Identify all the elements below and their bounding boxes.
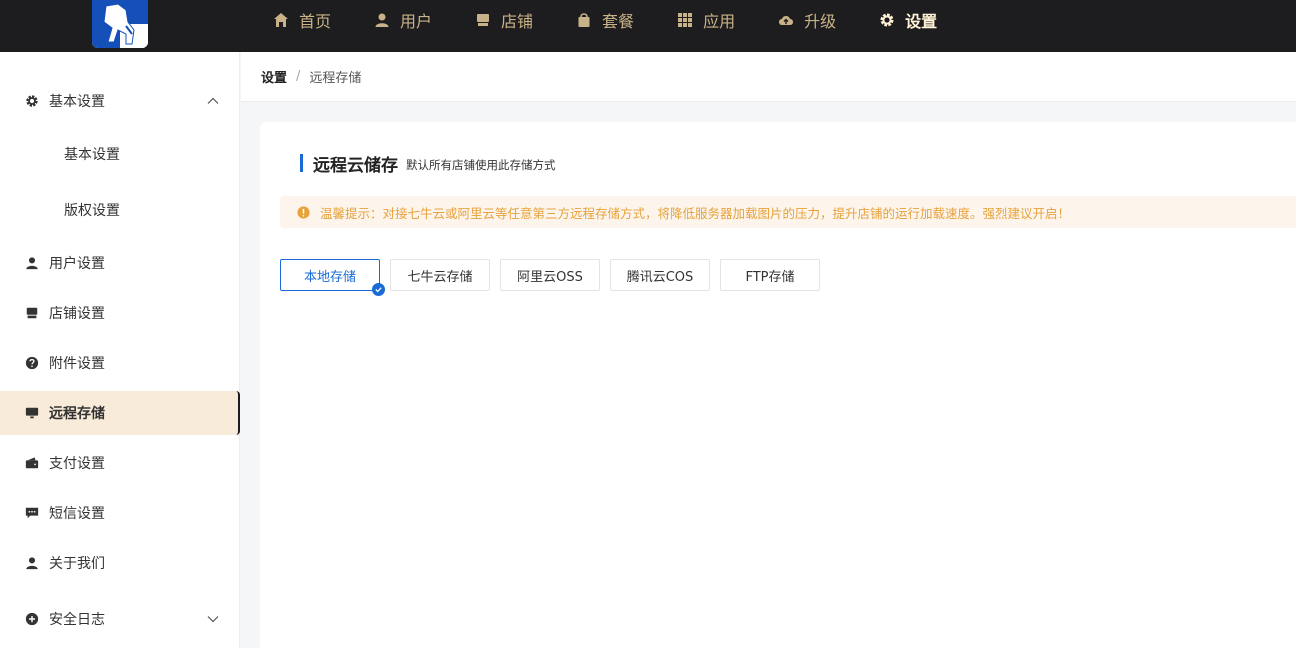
storage-option-label: FTP存储 <box>745 269 795 285</box>
nav-settings[interactable]: 设置 <box>879 8 937 32</box>
sidebar-item-label: 短信设置 <box>49 506 105 522</box>
gear-icon <box>25 94 39 108</box>
nav-packages-label: 套餐 <box>602 12 635 31</box>
section-header: 远程云储存 默认所有店铺使用此存储方式 <box>300 152 556 176</box>
page-title: 远程云储存 <box>313 155 398 176</box>
chevron-down-icon <box>206 612 220 626</box>
sidebar-item-label: 基本设置 <box>49 94 105 110</box>
sidebar-item-store-settings[interactable]: 店铺设置 <box>0 291 240 335</box>
home-icon <box>273 12 289 28</box>
title-accent-bar <box>300 154 303 172</box>
sidebar-item-label: 用户设置 <box>49 256 105 272</box>
sidebar-item-label: 安全日志 <box>49 612 105 628</box>
nav-packages[interactable]: 套餐 <box>576 8 634 32</box>
top-navbar: 首页 用户 店铺 套餐 应用 升级 设置 <box>0 0 1296 52</box>
question-circle-icon <box>25 356 39 370</box>
breadcrumb-root[interactable]: 设置 <box>261 67 287 86</box>
warning-tip: 温馨提示：对接七牛云或阿里云等任意第三方远程存储方式，将降低服务器加载图片的压力… <box>280 196 1296 228</box>
plus-circle-icon <box>25 612 39 626</box>
cloud-upload-icon <box>778 12 794 28</box>
check-icon <box>372 283 385 296</box>
breadcrumb-separator: / <box>296 69 301 84</box>
content-panel: 远程云储存 默认所有店铺使用此存储方式 温馨提示：对接七牛云或阿里云等任意第三方… <box>260 122 1296 648</box>
sidebar-item-payment-settings[interactable]: 支付设置 <box>0 441 240 485</box>
sidebar-item-label: 店铺设置 <box>49 306 105 322</box>
storage-option-label: 阿里云OSS <box>517 269 583 285</box>
store-icon <box>25 306 39 320</box>
sidebar-item-label: 支付设置 <box>49 456 105 472</box>
nav-home[interactable]: 首页 <box>273 8 331 32</box>
sidebar-item-user-settings[interactable]: 用户设置 <box>0 241 240 285</box>
sidebar-subitem-copyright[interactable]: 版权设置 <box>0 188 240 232</box>
sidebar-subitem-label: 版权设置 <box>64 203 120 219</box>
sidebar-item-attachment-settings[interactable]: 附件设置 <box>0 341 240 385</box>
sidebar-item-remote-storage[interactable]: 远程存储 <box>0 391 240 435</box>
breadcrumb: 设置 / 远程存储 <box>241 52 1296 102</box>
logo[interactable] <box>92 0 148 48</box>
wallet-icon <box>25 456 39 470</box>
sidebar-item-label: 远程存储 <box>49 406 105 422</box>
sidebar-subitem-basic[interactable]: 基本设置 <box>0 132 240 176</box>
storage-option-aliyun-oss[interactable]: 阿里云OSS <box>500 259 600 291</box>
horse-logo-icon <box>92 0 148 48</box>
user-icon <box>25 556 39 570</box>
nav-users[interactable]: 用户 <box>374 8 432 32</box>
user-icon <box>25 256 39 270</box>
nav-upgrade[interactable]: 升级 <box>778 8 836 32</box>
page-subtitle: 默认所有店铺使用此存储方式 <box>406 157 556 172</box>
sidebar-item-label: 附件设置 <box>49 356 105 372</box>
sidebar-item-sms-settings[interactable]: 短信设置 <box>0 491 240 535</box>
nav-users-label: 用户 <box>400 12 433 31</box>
message-icon <box>25 506 39 520</box>
sidebar-item-security-log[interactable]: 安全日志 <box>0 597 240 641</box>
store-icon <box>475 12 491 28</box>
nav-stores-label: 店铺 <box>501 12 534 31</box>
main-nav: 首页 用户 店铺 套餐 应用 升级 设置 <box>273 0 980 40</box>
storage-option-label: 腾讯云COS <box>626 269 694 285</box>
storage-option-ftp[interactable]: FTP存储 <box>720 259 820 291</box>
sidebar-item-label: 关于我们 <box>49 556 105 572</box>
nav-apps[interactable]: 应用 <box>677 8 735 32</box>
warning-icon <box>297 205 310 219</box>
user-icon <box>374 12 390 28</box>
sidebar-item-about-us[interactable]: 关于我们 <box>0 541 240 585</box>
chevron-up-icon <box>206 94 220 108</box>
nav-home-label: 首页 <box>299 12 332 31</box>
storage-option-tencent-cos[interactable]: 腾讯云COS <box>610 259 710 291</box>
storage-option-label: 本地存储 <box>303 269 356 285</box>
gear-icon <box>879 12 895 28</box>
nav-apps-label: 应用 <box>703 12 736 31</box>
storage-options: 本地存储 七牛云存储 阿里云OSS 腾讯云COS FTP存储 <box>280 259 830 296</box>
nav-upgrade-label: 升级 <box>804 12 837 31</box>
monitor-icon <box>25 406 39 420</box>
storage-option-label: 七牛云存储 <box>407 269 473 285</box>
sidebar: 基本设置 基本设置 版权设置 用户设置 店铺设置 附件设置 远程存储 支付设置 … <box>0 52 240 648</box>
nav-settings-label: 设置 <box>905 12 938 31</box>
sidebar-item-basic-settings[interactable]: 基本设置 <box>0 79 240 123</box>
storage-option-local[interactable]: 本地存储 <box>280 259 385 296</box>
breadcrumb-current: 远程存储 <box>309 71 362 86</box>
grid-icon <box>677 12 693 28</box>
nav-stores[interactable]: 店铺 <box>475 8 533 32</box>
bag-icon <box>576 12 592 28</box>
storage-option-qiniu[interactable]: 七牛云存储 <box>390 259 490 291</box>
sidebar-subitem-label: 基本设置 <box>64 147 120 163</box>
warning-tip-text: 温馨提示：对接七牛云或阿里云等任意第三方远程存储方式，将降低服务器加载图片的压力… <box>320 205 1071 221</box>
